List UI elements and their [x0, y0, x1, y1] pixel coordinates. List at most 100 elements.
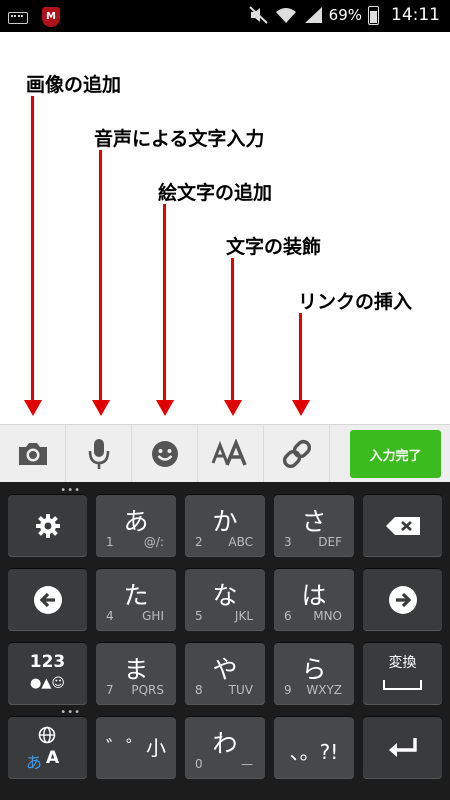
clock: 14:11 [391, 5, 440, 25]
symbols-key-label: 123 [29, 652, 66, 672]
key-na-row[interactable]: な 5 JKL [185, 568, 265, 631]
battery-percent: 69% [328, 6, 362, 24]
key-wa-row[interactable]: わ 0 — [185, 716, 265, 779]
microphone-icon [88, 439, 109, 469]
cursor-left-key[interactable] [8, 568, 87, 631]
annotation-arrowhead-image [24, 400, 42, 416]
camera-icon [18, 443, 47, 465]
backspace-icon [385, 516, 420, 535]
mcafee-icon: M [42, 7, 60, 27]
input-done-button[interactable]: 入力完了 [350, 430, 441, 478]
annotation-arrowhead-emoji [156, 400, 174, 416]
key-main-char: 、。?! [289, 740, 339, 764]
key-number: 1 [106, 535, 114, 549]
annotation-arrowhead-voice [92, 400, 110, 416]
key-ha-row[interactable]: は 6 MNO [274, 568, 354, 631]
settings-key[interactable]: ••• [8, 485, 87, 557]
key-ka-row[interactable]: か 2 ABC [185, 494, 265, 557]
key-sub-chars: JKL [234, 609, 253, 623]
key-sub-chars: GHI [142, 609, 164, 623]
key-number: 4 [106, 609, 114, 623]
cursor-right-key[interactable] [363, 568, 442, 631]
key-main-char: ま [123, 655, 149, 684]
punctuation-key[interactable]: 、。?! [274, 716, 354, 779]
more-dots-icon: ••• [60, 707, 81, 718]
status-bar: M 69% 14:11 [0, 0, 450, 32]
key-main-char: や [212, 655, 238, 684]
convert-space-key[interactable]: 変換 [363, 642, 442, 705]
key-sub-chars: MNO [313, 609, 342, 623]
annotation-arrow-emoji [163, 204, 166, 402]
key-main-char: あ [123, 507, 149, 536]
key-number: 0 [195, 757, 203, 771]
arrow-right-icon [388, 585, 417, 614]
annotation-label-link: リンクの挿入 [298, 291, 413, 313]
key-main-char: は [301, 581, 327, 610]
key-sub-chars: ABC [228, 535, 253, 549]
arrow-left-icon [33, 585, 62, 614]
key-number: 7 [106, 683, 114, 697]
text-decoration-icon [211, 439, 247, 466]
key-number: 3 [284, 535, 292, 549]
mute-icon [248, 6, 268, 24]
key-ya-row[interactable]: や 8 TUV [185, 642, 265, 705]
key-sub-chars: WXYZ [306, 683, 342, 697]
key-main-char: ゛゜小 [106, 736, 166, 760]
key-ra-row[interactable]: ら 9 WXYZ [274, 642, 354, 705]
key-number: 2 [195, 535, 203, 549]
key-number: 8 [195, 683, 203, 697]
keyboard-indicator-icon [8, 12, 28, 24]
input-toolbar: 入力完了 [0, 424, 450, 483]
key-a-row[interactable]: あ 1 @/: [96, 494, 176, 557]
battery-icon [368, 5, 379, 25]
symbols-key-icons: ●▲☺ [30, 676, 65, 691]
backspace-key[interactable] [363, 494, 442, 557]
key-sub-chars: PQRS [131, 683, 164, 697]
annotation-arrowhead-link [292, 400, 310, 416]
annotation-label-emoji: 絵文字の追加 [158, 182, 273, 204]
annotation-label-image: 画像の追加 [26, 74, 122, 96]
key-number: 6 [284, 609, 292, 623]
text-decoration-button[interactable] [198, 425, 264, 483]
key-main-char: か [212, 507, 238, 536]
key-sub-chars: DEF [318, 535, 342, 549]
voice-input-button[interactable] [66, 425, 132, 483]
latin-mode-label: A [46, 748, 60, 768]
emoji-icon [151, 441, 178, 467]
keyboard: ••• あ 1 @/: か 2 ABC さ 3 DEF た 4 GHI な 5 … [0, 482, 450, 800]
annotation-arrowhead-decoration [224, 400, 242, 416]
key-sub-chars: — [241, 757, 253, 771]
annotation-arrow-decoration [231, 258, 234, 402]
key-main-char: ら [301, 655, 327, 684]
signal-icon [304, 7, 322, 23]
key-ta-row[interactable]: た 4 GHI [96, 568, 176, 631]
key-number: 5 [195, 609, 203, 623]
annotation-label-voice: 音声による文字入力 [94, 128, 265, 150]
settings-icon [35, 513, 60, 538]
key-sub-chars: @/: [143, 535, 164, 549]
enter-key[interactable] [363, 716, 442, 779]
hiragana-mode-label: あ [26, 753, 43, 772]
space-bar-icon [383, 680, 422, 690]
annotation-arrow-image [31, 96, 34, 402]
link-icon [282, 439, 311, 469]
key-main-char: な [212, 581, 238, 610]
symbols-key[interactable]: 123 ●▲☺ [8, 642, 87, 705]
input-mode-key[interactable]: ••• あ A [8, 707, 87, 779]
annotation-arrow-link [299, 313, 302, 402]
enter-icon [388, 737, 417, 757]
dakuten-small-key[interactable]: ゛゜小 [96, 716, 176, 779]
key-sub-chars: TUV [228, 683, 253, 697]
globe-icon [38, 726, 56, 744]
insert-link-button[interactable] [264, 425, 330, 483]
key-main-char: さ [301, 507, 327, 536]
key-ma-row[interactable]: ま 7 PQRS [96, 642, 176, 705]
annotation-arrow-voice [99, 150, 102, 402]
add-emoji-button[interactable] [132, 425, 198, 483]
key-sa-row[interactable]: さ 3 DEF [274, 494, 354, 557]
key-main-char: わ [212, 729, 238, 758]
convert-key-label: 変換 [388, 655, 417, 671]
add-image-button[interactable] [0, 425, 66, 483]
key-number: 9 [284, 683, 292, 697]
wifi-icon [275, 8, 296, 23]
